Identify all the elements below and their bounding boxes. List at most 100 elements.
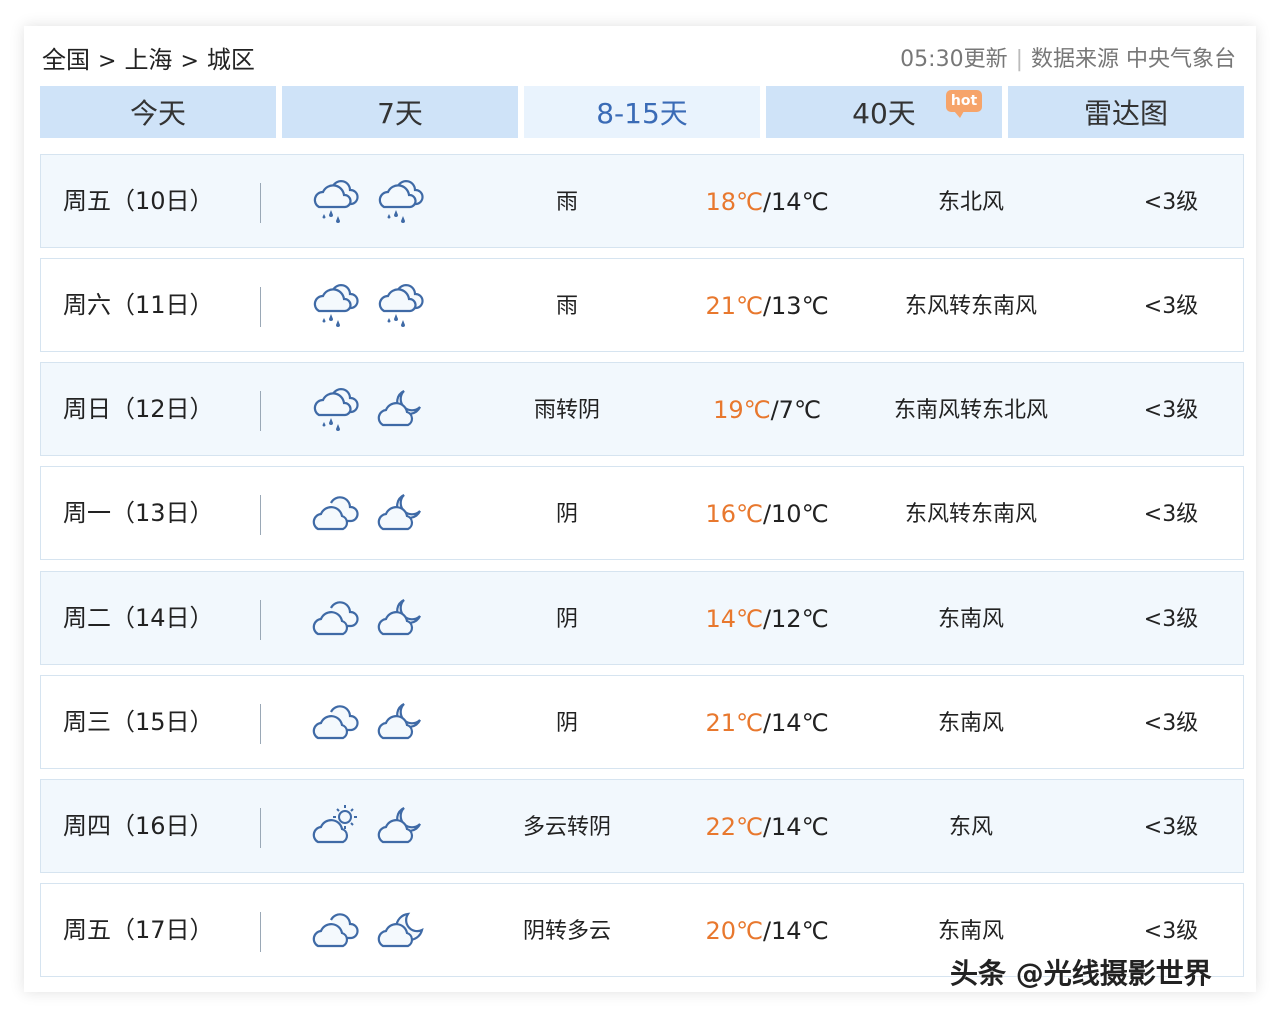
forecast-day: 周日（12日） (63, 395, 214, 423)
low-temp: /10℃ (762, 500, 829, 528)
tab-label: 7天 (377, 97, 423, 130)
wind-direction: 东南风 (937, 607, 1004, 632)
cloudy-night-icon (374, 489, 426, 537)
wind-direction: 东南风 (937, 711, 1004, 736)
forecast-day: 周五（17日） (63, 916, 214, 944)
wind-level: <3级 (1143, 711, 1199, 736)
forecast-row: 周五（10日） 雨 18℃/14℃ 东北风 <3级 (40, 154, 1244, 248)
high-temp: 19℃ (713, 396, 771, 424)
weather-desc: 阴 (555, 502, 578, 527)
wind-level: <3级 (1143, 398, 1199, 423)
forecast-day: 周六（11日） (63, 291, 214, 319)
tab-8-15-days[interactable]: 8-15天 (524, 86, 760, 138)
high-temp: 21℃ (705, 292, 763, 320)
wind-level: <3级 (1143, 502, 1199, 527)
partly-cloudy-day-icon (309, 802, 361, 850)
tab-radar[interactable]: 雷达图 (1008, 86, 1244, 138)
wind-direction: 东风转东南风 (904, 502, 1037, 527)
breadcrumb-separator: > (98, 49, 117, 74)
forecast-day: 周四（16日） (63, 812, 214, 840)
tab-label: 今天 (129, 97, 186, 130)
temperature: 16℃/10℃ (667, 467, 867, 559)
low-temp: /14℃ (762, 188, 829, 216)
wind-direction: 东南风转东北风 (893, 398, 1048, 423)
low-temp: /12℃ (762, 605, 829, 633)
high-temp: 22℃ (705, 813, 763, 841)
overcast-icon (309, 594, 361, 642)
divider (260, 704, 261, 744)
forecast-row: 周四（16日） 多云转阴 22℃/14℃ 东风 <3级 (40, 779, 1244, 873)
tab-label: 40天 (852, 97, 916, 130)
low-temp: /14℃ (762, 709, 829, 737)
divider (260, 808, 261, 848)
overcast-icon (309, 489, 361, 537)
overcast-icon (309, 906, 361, 954)
update-time: 05:30更新 (900, 47, 1008, 72)
cloudy-night-icon (374, 594, 426, 642)
weather-desc: 阴 (555, 607, 578, 632)
temperature: 22℃/14℃ (667, 780, 867, 872)
weather-desc: 雨转阴 (533, 398, 600, 423)
cloudy-night-icon (374, 385, 426, 433)
wind-direction: 东风 (948, 815, 993, 840)
wind-direction: 东风转东南风 (904, 294, 1037, 319)
breadcrumb-separator: > (180, 49, 199, 74)
wind-level: <3级 (1143, 607, 1199, 632)
high-temp: 18℃ (705, 188, 763, 216)
temperature: 19℃/7℃ (667, 363, 867, 455)
partly-cloudy-night-icon (374, 906, 426, 954)
divider (260, 600, 261, 640)
tab-40-days[interactable]: 40天 hot (766, 86, 1002, 138)
wind-level: <3级 (1143, 294, 1199, 319)
weather-desc: 雨 (555, 294, 578, 319)
data-source-info: 05:30更新 | 数据来源 中央气象台 (900, 42, 1236, 78)
forecast-day: 周三（15日） (63, 708, 214, 736)
high-temp: 14℃ (705, 605, 763, 633)
tab-label: 8-15天 (596, 97, 688, 130)
wind-direction: 东北风 (937, 190, 1004, 215)
forecast-tabs: 今天 7天 8-15天 40天 hot 雷达图 (40, 86, 1244, 138)
breadcrumb-district: 城区 (206, 46, 255, 74)
wind-level: <3级 (1143, 190, 1199, 215)
divider (260, 391, 261, 431)
divider (260, 912, 261, 952)
divider (260, 495, 261, 535)
wind-level: <3级 (1143, 815, 1199, 840)
rain-icon (309, 177, 361, 225)
temperature: 21℃/13℃ (667, 259, 867, 351)
forecast-row: 周一（13日） 阴 16℃/10℃ 东风转东南风 <3级 (40, 466, 1244, 560)
rain-icon (309, 281, 361, 329)
breadcrumb-city[interactable]: 上海 (124, 46, 172, 74)
forecast-day: 周一（13日） (63, 499, 214, 527)
rain-icon (374, 281, 426, 329)
forecast-row: 周日（12日） 雨转阴 19℃/7℃ 东南风转东北风 <3级 (40, 362, 1244, 456)
data-source-label: 数据来源 中央气象台 (1031, 47, 1236, 72)
cloudy-night-icon (374, 802, 426, 850)
forecast-day: 周二（14日） (63, 604, 214, 632)
source-divider: | (1015, 47, 1023, 72)
low-temp: /7℃ (770, 396, 821, 424)
high-temp: 16℃ (705, 500, 763, 528)
weather-desc: 阴转多云 (522, 919, 611, 944)
high-temp: 21℃ (705, 709, 763, 737)
breadcrumb-country[interactable]: 全国 (42, 46, 90, 74)
forecast-row: 周六（11日） 雨 21℃/13℃ 东风转东南风 <3级 (40, 258, 1244, 352)
tab-today[interactable]: 今天 (40, 86, 276, 138)
rain-icon (374, 177, 426, 225)
tab-label: 雷达图 (1083, 97, 1168, 130)
weather-desc: 雨 (555, 190, 578, 215)
rain-icon (309, 385, 361, 433)
temperature: 21℃/14℃ (667, 676, 867, 768)
cloudy-night-icon (374, 698, 426, 746)
weather-desc: 阴 (555, 711, 578, 736)
low-temp: /14℃ (762, 917, 829, 945)
temperature: 14℃/12℃ (667, 572, 867, 664)
watermark: 头条 @光线摄影世界 (950, 957, 1212, 990)
forecast-day: 周五（10日） (63, 187, 214, 215)
high-temp: 20℃ (705, 917, 763, 945)
forecast-row: 周三（15日） 阴 21℃/14℃ 东南风 <3级 (40, 675, 1244, 769)
weather-desc: 多云转阴 (522, 815, 611, 840)
tab-7-days[interactable]: 7天 (282, 86, 518, 138)
divider (260, 287, 261, 327)
temperature: 18℃/14℃ (667, 155, 867, 247)
